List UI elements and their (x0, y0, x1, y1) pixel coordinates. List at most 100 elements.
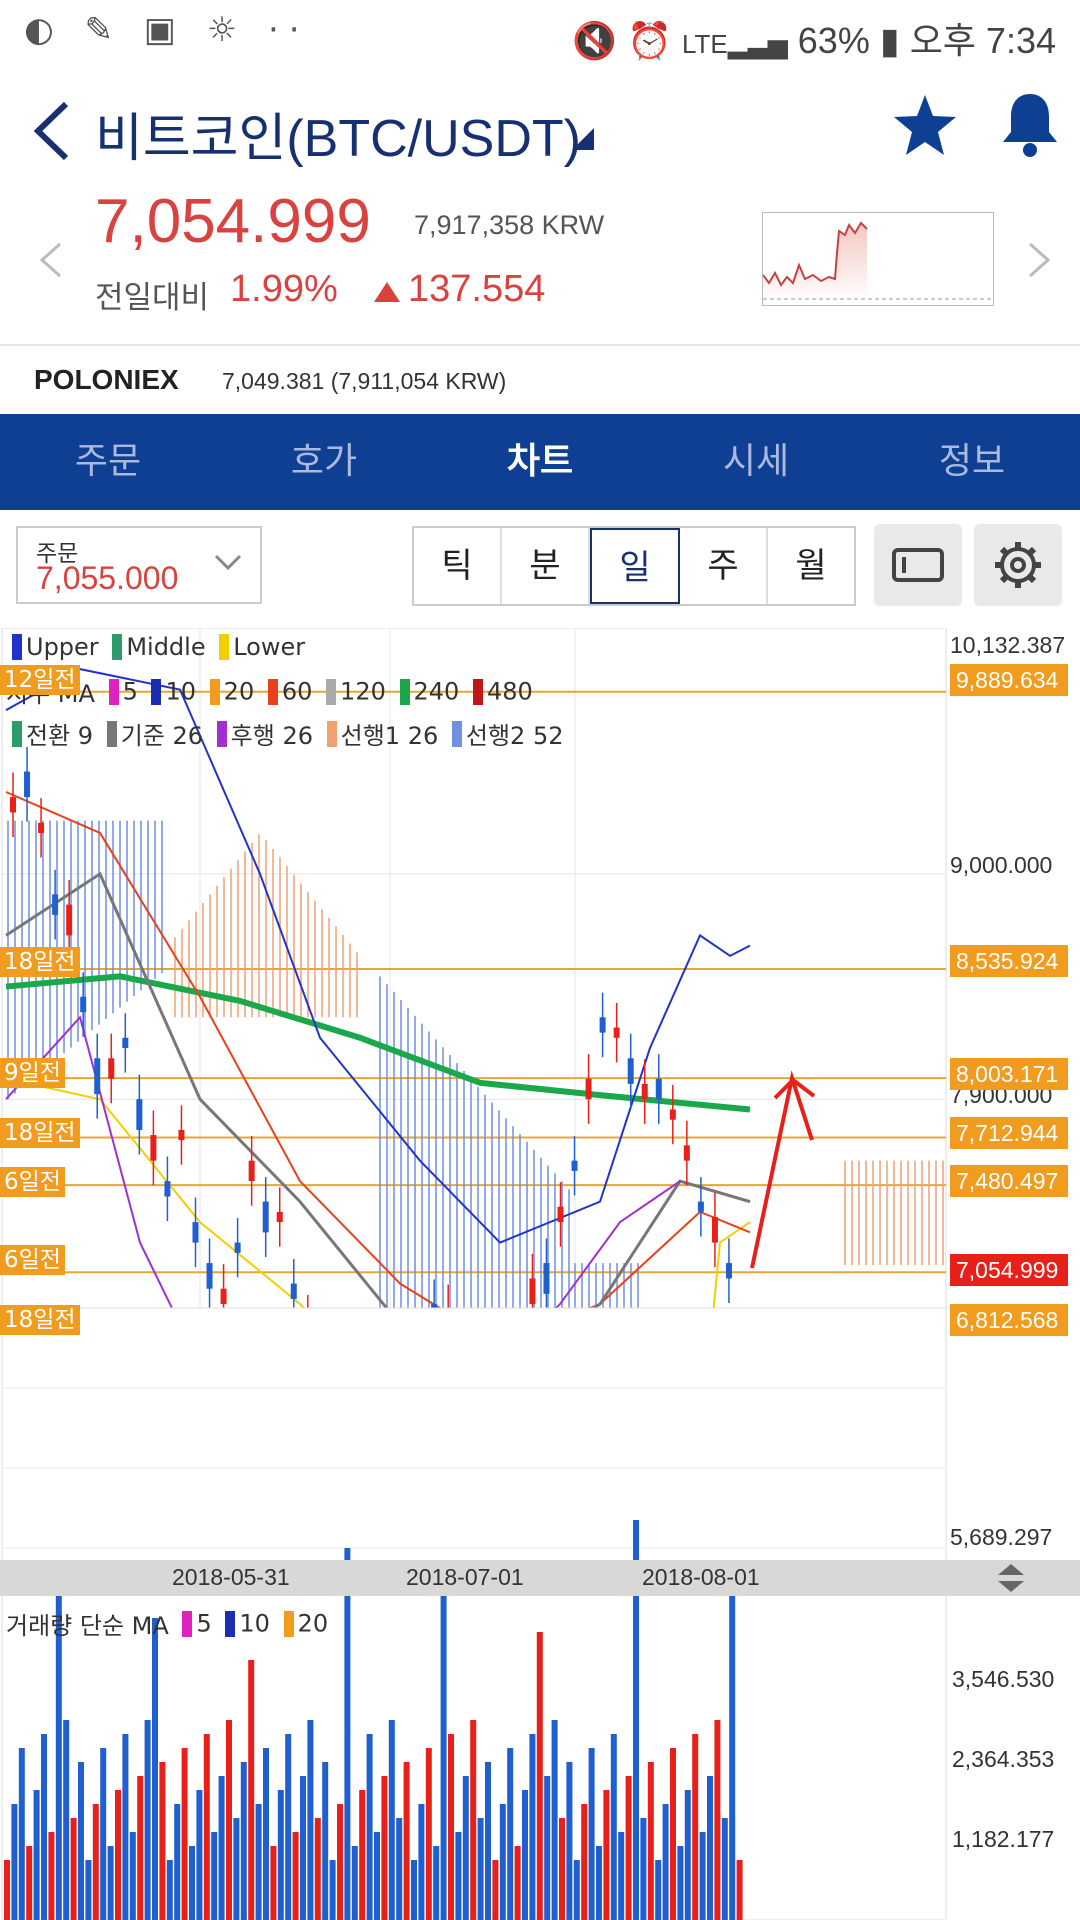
volume-bar (137, 1776, 144, 1920)
volume-bar (107, 1846, 114, 1920)
volume-bar (166, 1860, 173, 1920)
volume-bar (300, 1776, 306, 1920)
legend-ma-60: 60 (281, 677, 313, 706)
change-amount: 137.554 (408, 268, 546, 310)
legend-ma: 지수 MA 5 10 20 60 120 240 480 (6, 674, 533, 709)
volume-bar (492, 1860, 499, 1920)
volume-bar (189, 1846, 195, 1920)
status-bar: ◐ ✎ ▣ ☼ ·· 🔇 ⏰ LTE▂▃▅ 63% ▮ 오후 7:34 (0, 0, 1080, 66)
axis-9000: 9,000.000 (950, 852, 1053, 878)
price-chart[interactable] (0, 628, 1080, 1920)
candle-body (262, 1201, 269, 1233)
legend-swatch (12, 634, 22, 660)
volume-bar (122, 1734, 129, 1920)
divider (0, 344, 1080, 346)
vol-axis: 2,364.353 (952, 1746, 1055, 1772)
date-axis-bar[interactable] (0, 1560, 1080, 1596)
chart-settings-button[interactable] (974, 524, 1062, 606)
days-ago-tag: 9일전 (0, 1058, 65, 1088)
days-ago-tag: 18일전 (0, 1118, 80, 1148)
volume-bar (544, 1776, 551, 1920)
candle-body (543, 1263, 550, 1294)
volume-bar (307, 1720, 314, 1920)
candle-body (697, 1201, 704, 1212)
legend-swatch (219, 634, 230, 660)
volume-bar (129, 1832, 136, 1920)
legend-ma-120: 120 (340, 677, 386, 706)
volume-bar (462, 1776, 469, 1920)
volume-bar (240, 1762, 247, 1920)
legend-ma-480: 480 (486, 677, 533, 706)
coin-title[interactable]: 비트코인(BTC/USDT) (95, 96, 581, 171)
header: 비트코인(BTC/USDT) (0, 66, 1080, 196)
star-icon[interactable] (892, 92, 958, 158)
status-icons: ◐ ✎ ▣ ☼ ·· (24, 10, 310, 50)
layout-toggle-button[interactable] (874, 524, 962, 606)
volume-bar (581, 1804, 588, 1920)
volume-bar (647, 1762, 654, 1920)
volume-bar (418, 1804, 425, 1920)
days-ago-tag: 6일전 (0, 1245, 65, 1275)
period-day[interactable]: 일 (590, 528, 680, 604)
candle-body (571, 1160, 578, 1171)
volume-bar (536, 1632, 543, 1920)
period-week[interactable]: 주 (680, 528, 768, 604)
tab-chart[interactable]: 차트 (432, 414, 648, 510)
change-percent: 1.99% (230, 268, 338, 310)
tab-order[interactable]: 주문 (0, 414, 216, 510)
volume-bar (670, 1748, 676, 1920)
legend-vol-20: 20 (297, 1609, 329, 1638)
chevron-down-icon[interactable] (212, 552, 244, 574)
resize-handle-icon[interactable] (996, 1562, 1026, 1594)
volume-bar (477, 1818, 484, 1920)
volume-bar (707, 1776, 713, 1920)
period-tick[interactable]: 틱 (414, 528, 502, 604)
price-tag: 6,812.568 (950, 1304, 1068, 1336)
volume-bar (507, 1748, 514, 1920)
volume-bar (366, 1734, 373, 1920)
candle-body (66, 904, 73, 936)
volume-bar (425, 1748, 432, 1920)
vol-axis: 1,182.177 (952, 1826, 1055, 1852)
vol-axis: 3,546.530 (952, 1666, 1055, 1692)
period-minute[interactable]: 분 (502, 528, 590, 604)
volume-bar (85, 1860, 92, 1920)
exchange-price: 7,049.381 (7,911,054 KRW) (222, 368, 507, 394)
volume-bar (270, 1846, 277, 1920)
volume-bar (115, 1790, 121, 1920)
next-coin-icon[interactable] (1024, 240, 1054, 280)
bell-icon[interactable] (998, 90, 1062, 160)
period-month[interactable]: 월 (768, 528, 854, 604)
candle-body (122, 1037, 129, 1049)
volume-bar (329, 1860, 336, 1920)
dropdown-caret-icon[interactable] (572, 128, 594, 150)
days-ago-tag: 12일전 (0, 665, 80, 695)
volume-bar (100, 1748, 107, 1920)
axis-bottom: 5,689.297 (950, 1524, 1053, 1550)
volume-bar (344, 1548, 351, 1920)
volume-bar (41, 1734, 47, 1920)
mini-sparkline-chart[interactable] (762, 212, 994, 306)
volume-bar (529, 1734, 536, 1920)
prev-coin-icon[interactable] (36, 240, 66, 280)
panel-icon (892, 548, 944, 582)
price-tag: 8,003.171 (950, 1058, 1068, 1090)
volume-bar (152, 1618, 158, 1920)
candle-body (725, 1263, 732, 1279)
tab-market[interactable]: 시세 (648, 414, 864, 510)
back-icon[interactable] (28, 96, 78, 166)
candle-body (38, 822, 45, 833)
volume-bar (337, 1804, 343, 1920)
legend-ma-10: 10 (165, 677, 197, 706)
date-label: 2018-08-01 (642, 1564, 760, 1590)
volume-bar (248, 1660, 255, 1920)
tab-info[interactable]: 정보 (864, 414, 1080, 510)
volume-bar (314, 1818, 321, 1920)
volume-bar (655, 1860, 662, 1920)
volume-bar (596, 1846, 602, 1920)
legend-upper: Upper (26, 633, 99, 661)
volume-bar (499, 1804, 506, 1920)
tab-orderbook[interactable]: 호가 (216, 414, 432, 510)
volume-bar (588, 1748, 595, 1920)
volume-bar (381, 1776, 388, 1920)
